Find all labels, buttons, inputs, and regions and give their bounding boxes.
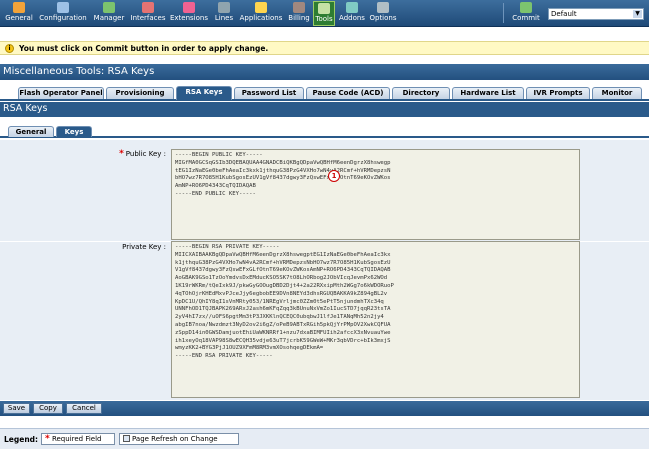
toolbar-item-general[interactable]: General [2,1,36,26]
notice-text: You must click on Commit button in order… [19,44,269,53]
toolbar-item-label: Applications [239,14,283,22]
toolbar-item-label: Addons [339,14,365,22]
legend-bar: Legend: * Required Field Page Refresh on… [0,428,649,449]
toolbar-item-label: Interfaces [130,14,166,22]
toolbar-item-billing[interactable]: Billing [285,1,313,26]
tab-directory[interactable]: Directory [392,87,450,99]
tab-flash-operator-panel[interactable]: Flash Operator Panel [18,87,104,99]
legend-page-refresh: Page Refresh on Change [119,433,239,445]
toolbar-item-configuration[interactable]: Configuration [38,1,88,26]
toolbar-item-label: Options [369,14,397,22]
tab-password-list[interactable]: Password List [234,87,304,99]
private-key-label: Private Key : [122,243,166,251]
toolbar-item-label: Manager [93,14,125,22]
tools-icon [318,3,330,14]
form-actions: Save Copy Cancel [0,401,649,416]
commit-button[interactable]: Commit [510,1,542,26]
public-key-textarea[interactable]: -----BEGIN PUBLIC KEY----- MIGfMA0GCSqGS… [171,149,580,240]
options-icon [377,2,389,13]
configuration-icon [57,2,69,13]
legend-required-field: * Required Field [41,433,115,445]
toolbar-item-label: General [5,14,33,22]
tab-hardware-list[interactable]: Hardware List [452,87,524,99]
annotation-callout: 1 [328,170,340,182]
legend-label: Legend: [4,435,39,444]
subtab-keys[interactable]: Keys [56,126,92,137]
tab-monitor[interactable]: Monitor [592,87,642,99]
billing-icon [293,2,305,13]
commit-select-value: Default [551,10,577,18]
copy-button[interactable]: Copy [33,403,63,414]
toolbar-item-label: Extensions [169,14,208,22]
commit-icon [520,2,532,13]
general-icon [13,2,25,13]
toolbar-item-label: Lines [214,14,234,22]
toolbar-item-applications[interactable]: Applications [238,1,284,26]
private-key-textarea[interactable]: -----BEGIN RSA PRIVATE KEY----- MIICXAIB… [171,241,580,398]
tab-pause-code[interactable]: Pause Code (ACD) [306,87,390,99]
rsa-subtabs: General Keys [0,124,649,138]
lines-icon [218,2,230,13]
required-star-icon: * [45,434,50,444]
toolbar-item-label: Billing [288,14,310,22]
addons-icon [346,2,358,13]
page-refresh-icon [123,435,130,442]
toolbar-item-interfaces[interactable]: Interfaces [129,1,167,26]
extensions-icon [183,2,195,13]
toolbar-separator [503,3,504,23]
main-toolbar: General Configuration Manager Interfaces… [0,0,649,27]
subtab-general[interactable]: General [8,126,54,137]
commit-label: Commit [512,14,540,22]
manager-icon [103,2,115,13]
toolbar-item-extensions[interactable]: Extensions [168,1,210,26]
toolbar-item-label: Tools [315,15,333,23]
toolbar-item-manager[interactable]: Manager [90,1,128,26]
commit-notice: i You must click on Commit button in ord… [0,41,649,55]
cancel-button[interactable]: Cancel [66,403,102,414]
tab-ivr-prompts[interactable]: IVR Prompts [526,87,590,99]
tab-rsa-keys[interactable]: RSA Keys [176,86,232,100]
save-button[interactable]: Save [3,403,30,414]
interfaces-icon [142,2,154,13]
commit-profile-select[interactable]: Default ▼ [548,8,644,20]
rsa-keys-form: * Public Key : -----BEGIN PUBLIC KEY-----… [0,140,649,400]
toolbar-item-lines[interactable]: Lines [211,1,237,26]
toolbar-item-label: Configuration [39,14,87,22]
section-title: RSA Keys [0,102,649,117]
applications-icon [255,2,267,13]
required-star-icon: * [119,149,124,159]
page-title: Miscellaneous Tools: RSA Keys [0,64,649,80]
public-key-label: * Public Key : [119,149,166,159]
tools-tabs: Flash Operator Panel Provisioning RSA Ke… [0,84,649,101]
chevron-down-icon: ▼ [633,10,642,18]
toolbar-item-tools[interactable]: Tools [313,1,335,26]
toolbar-item-addons[interactable]: Addons [338,1,366,26]
tab-provisioning[interactable]: Provisioning [106,87,174,99]
toolbar-item-options[interactable]: Options [368,1,398,26]
info-icon: i [5,44,14,53]
